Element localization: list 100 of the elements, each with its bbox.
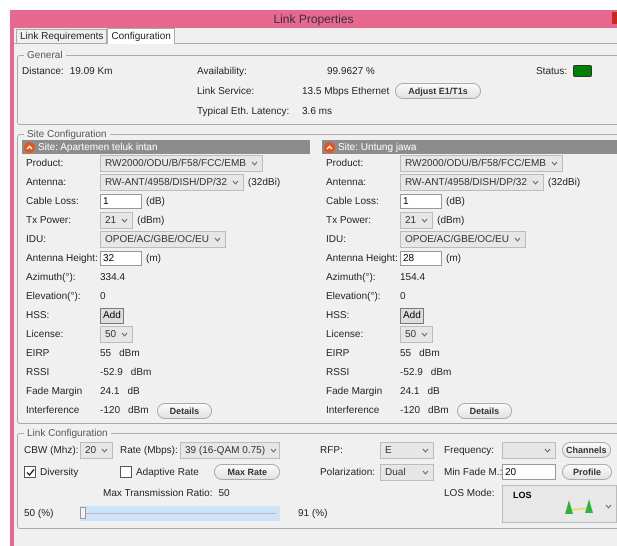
field-value: 0 (400, 291, 406, 302)
field-label: Min Fade M.: (444, 466, 502, 478)
field-label: 50 (%) (24, 508, 54, 518)
dropdown[interactable]: OPOE/AC/GBE/OC/EU (100, 231, 226, 248)
field-label: IDU: (326, 234, 347, 245)
field-label: Fade Margin (26, 386, 84, 397)
field-label: EIRP (326, 348, 350, 359)
unit-label: dBm (128, 405, 149, 416)
dropdown[interactable]: 20 (80, 442, 114, 458)
dropdown[interactable]: E (380, 442, 434, 458)
profile-button[interactable]: Profile (562, 464, 612, 480)
field-label: Elevation(°): (26, 291, 82, 302)
dropdown[interactable]: 21 (400, 212, 434, 229)
field-label: Max Transmission Ratio: (103, 488, 212, 498)
dropdown[interactable] (502, 442, 556, 458)
input-field[interactable]: 28 (400, 251, 442, 266)
dropdown[interactable]: RW-ANT/4958/DISH/DP/32 (100, 174, 244, 191)
unit-label: (m) (146, 253, 161, 264)
collapse-icon (24, 142, 35, 152)
field-label: Rate (Mbps): (120, 444, 179, 456)
input-field[interactable]: 20 (502, 464, 556, 480)
field-value: 50 (218, 488, 230, 498)
dropdown[interactable]: RW2000/ODU/B/F58/FCC/EMB (100, 155, 263, 172)
field-label: Product: (26, 158, 64, 169)
tab[interactable]: Configuration (107, 28, 175, 44)
caret-icon (550, 161, 558, 166)
caret-icon (214, 237, 221, 242)
unit-label: (m) (446, 253, 461, 264)
dropdown[interactable]: 50 (400, 326, 434, 343)
field-label: Link Service: (197, 86, 256, 96)
field-label: RSSI (26, 367, 50, 378)
caret-icon (422, 470, 429, 474)
caret-icon (121, 218, 128, 223)
field-label: Antenna: (26, 177, 68, 188)
input-field[interactable]: 32 (100, 251, 142, 266)
checkbox[interactable]: Adaptive Rate (120, 466, 199, 478)
window-title: Link Properties (273, 12, 354, 26)
field-label: Availability: (197, 66, 248, 76)
field-value: 334.4 (100, 272, 126, 283)
caret-icon (232, 180, 239, 185)
field-label: RSSI (326, 367, 350, 378)
input-field[interactable]: 1 (400, 194, 442, 209)
caret-icon (544, 448, 551, 452)
field-label: Fade Margin (326, 386, 384, 397)
tab[interactable]: Link Requirements (16, 29, 108, 43)
unit-label: dBm (430, 367, 452, 378)
field-label: EIRP (26, 348, 50, 359)
dropdown[interactable]: OPOE/AC/GBE/OC/EU (400, 231, 526, 248)
los-mode-dropdown[interactable]: LOS (502, 485, 617, 523)
field-value: 3.6 ms (302, 106, 334, 116)
details-button[interactable]: Details (156, 402, 212, 418)
dropdown[interactable]: RW-ANT/4958/DISH/DP/32 (400, 174, 544, 191)
unit-label: dBm (119, 348, 140, 359)
add-button[interactable]: Add (400, 308, 424, 324)
field-label: Antenna Height: (326, 253, 396, 264)
field-label: Tx Power: (326, 215, 372, 226)
dropdown[interactable]: Dual (380, 464, 434, 480)
channels-button[interactable]: Channels (562, 442, 611, 458)
collapse-icon (324, 142, 335, 152)
field-label: Azimuth(°): (26, 272, 77, 283)
unit-label: (dBm) (137, 215, 164, 226)
close-button[interactable] (612, 12, 617, 24)
dropdown[interactable]: RW2000/ODU/B/F58/FCC/EMB (400, 155, 563, 172)
dropdown[interactable]: 39 (16-QAM 0.75) (180, 442, 280, 458)
caret-icon (270, 448, 278, 452)
unit-label: (dB) (146, 196, 165, 207)
field-value: 19.09 Km (70, 66, 112, 76)
field-label: Typical Eth. Latency: (197, 106, 290, 116)
caret-icon (421, 218, 428, 223)
field-value: 55 (100, 348, 112, 359)
field-value: -120 (100, 405, 120, 416)
field-value: 0 (100, 291, 106, 302)
field-value: -120 (400, 405, 420, 416)
field-value: 99.9627 % (326, 66, 376, 76)
check-icon (26, 468, 34, 476)
field-value: -52.9 (400, 367, 423, 378)
slider-thumb[interactable] (80, 506, 86, 518)
unit-label: (32dBi) (248, 177, 280, 188)
unit-label: dBm (419, 348, 440, 359)
field-label: Status: (536, 66, 568, 76)
add-button[interactable]: Add (100, 308, 124, 324)
unit-label: dB (427, 386, 440, 397)
field-label: RFP: (320, 444, 344, 456)
input-field[interactable]: 1 (100, 194, 142, 209)
max-rate-button[interactable]: Max Rate (214, 464, 280, 480)
checkbox[interactable]: Diversity (24, 466, 78, 478)
field-label: License: (26, 329, 64, 340)
field-label: CBW (Mhz): (24, 444, 80, 456)
field-label: Frequency: (444, 444, 496, 456)
dropdown[interactable]: 21 (100, 212, 134, 229)
details-button[interactable]: Details (456, 402, 512, 418)
field-label: Azimuth(°): (326, 272, 377, 283)
field-label: LOS Mode: (444, 488, 496, 498)
field-value: 13.5 Mbps Ethernet (302, 86, 390, 96)
unit-label: (dBm) (437, 215, 464, 226)
dropdown[interactable]: 50 (100, 326, 134, 343)
field-label: Tx Power: (26, 215, 72, 226)
antennas-drawing (563, 498, 595, 516)
field-label: Antenna Height: (26, 253, 96, 264)
adjust-button[interactable]: Adjust E1/T1s (395, 83, 481, 99)
